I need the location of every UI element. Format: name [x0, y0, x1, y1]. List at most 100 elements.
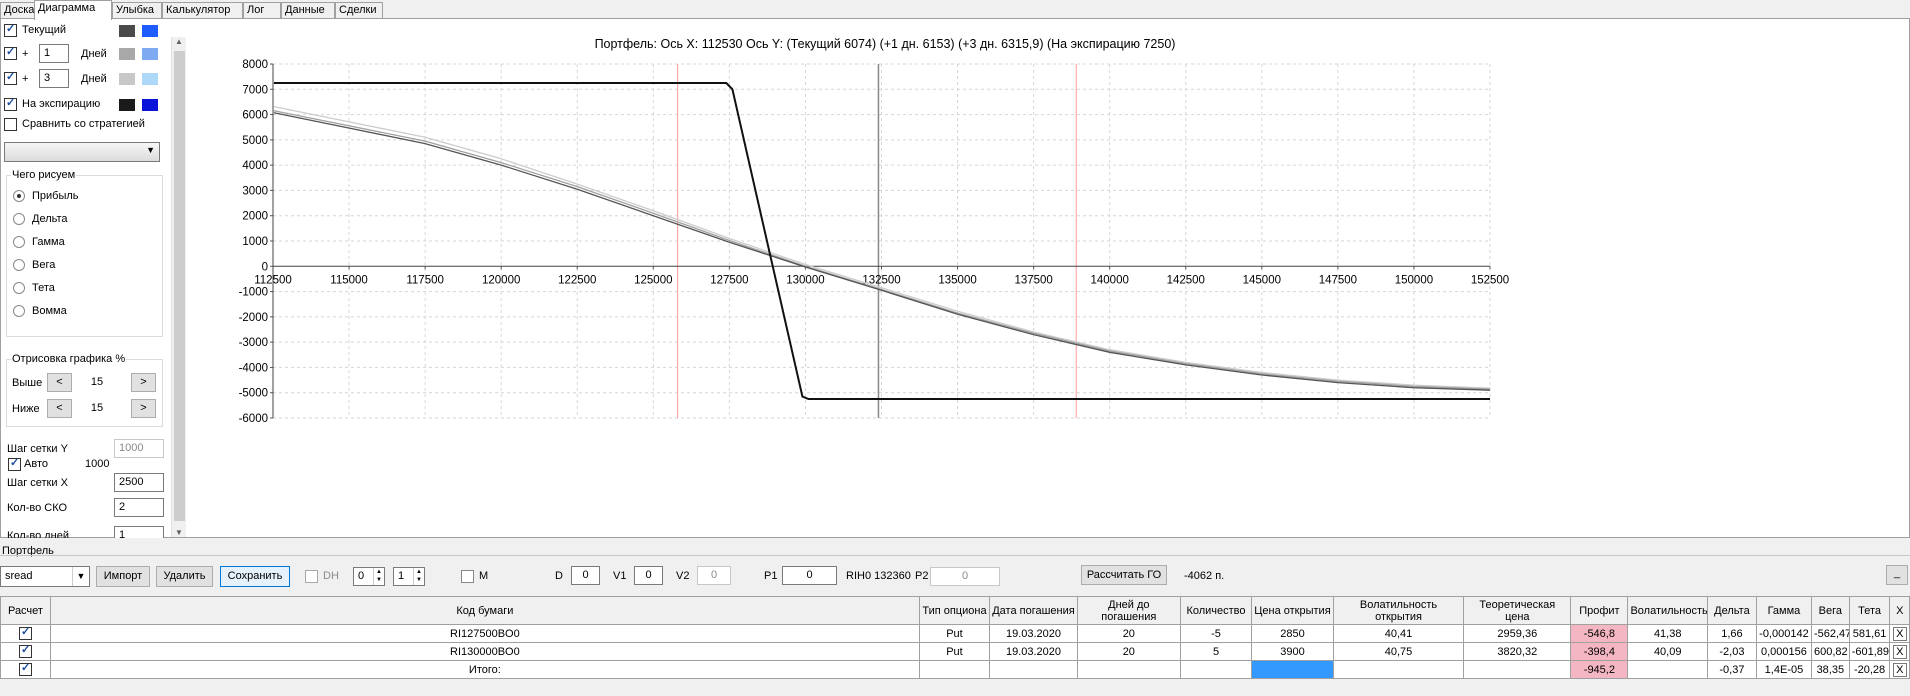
p1-input[interactable]: 0: [782, 566, 837, 585]
radio-theta[interactable]: [13, 282, 25, 294]
row-open-price[interactable]: 2850: [1251, 624, 1334, 643]
payoff-chart[interactable]: Портфель: Ось X: 112530 Ось Y: (Текущий …: [190, 20, 1908, 536]
current-color-light[interactable]: [142, 25, 158, 37]
row-remove-button[interactable]: X: [1892, 644, 1907, 659]
row-date[interactable]: 19.03.2020: [989, 642, 1078, 661]
plus3-days-input[interactable]: 3: [39, 69, 69, 88]
header-date[interactable]: Дата погашения: [989, 596, 1078, 625]
grid-y-input[interactable]: 1000: [114, 439, 164, 458]
row-days[interactable]: 20: [1076, 624, 1181, 643]
v2-input[interactable]: 0: [697, 566, 731, 585]
row-code[interactable]: RI127500BO0: [49, 624, 920, 643]
header-type[interactable]: Тип опциона: [918, 596, 991, 625]
above-increase-button[interactable]: >: [131, 373, 156, 392]
tab-log[interactable]: Лог: [243, 2, 281, 19]
plus3-checkbox[interactable]: [4, 70, 17, 85]
row-remove-cell[interactable]: X: [1889, 624, 1910, 643]
tab-board[interactable]: Доска: [0, 2, 35, 19]
header-qty[interactable]: Количество: [1179, 596, 1253, 625]
row-code[interactable]: RI130000BO0: [49, 642, 920, 661]
row-remove-button[interactable]: X: [1892, 626, 1907, 641]
expiry-color-dark[interactable]: [119, 99, 135, 111]
row-type[interactable]: Put: [918, 642, 991, 661]
days-count-input[interactable]: 1: [114, 526, 164, 538]
row-theta[interactable]: -601,89: [1848, 642, 1891, 661]
row-type[interactable]: Put: [918, 624, 991, 643]
header-vol[interactable]: Волатильность: [1627, 596, 1708, 625]
tab-data[interactable]: Данные: [281, 2, 335, 19]
tab-smile[interactable]: Улыбка: [112, 2, 162, 19]
row-qty[interactable]: 5: [1179, 642, 1253, 661]
dh-spinner-1[interactable]: 0 ▲ ▼: [353, 567, 385, 586]
header-code[interactable]: Код бумаги: [49, 596, 920, 625]
header-vega[interactable]: Вега: [1810, 596, 1850, 625]
header-days[interactable]: Дней до погашения: [1076, 596, 1181, 625]
dh-spinner-2[interactable]: 1 ▲ ▼: [393, 567, 425, 586]
tab-deals[interactable]: Сделки: [335, 2, 383, 19]
current-checkbox[interactable]: [4, 22, 17, 37]
calculate-go-button[interactable]: Рассчитать ГО: [1081, 565, 1167, 585]
header-x[interactable]: X: [1889, 596, 1910, 625]
row-date[interactable]: 19.03.2020: [989, 624, 1078, 643]
plus3-color-light[interactable]: [142, 73, 158, 85]
left-panel-scrollbar[interactable]: ▲ ▼: [171, 37, 186, 537]
row-vol[interactable]: 40,09: [1627, 642, 1708, 661]
radio-delta[interactable]: [13, 213, 25, 225]
radio-gamma[interactable]: [13, 236, 25, 248]
plus1-color-light[interactable]: [142, 48, 158, 60]
row-calc-checkbox[interactable]: [18, 626, 32, 640]
v1-input[interactable]: 0: [634, 566, 663, 585]
below-decrease-button[interactable]: <: [47, 399, 72, 418]
row-theta[interactable]: 581,61: [1848, 624, 1891, 643]
row-profit[interactable]: -546,8: [1570, 624, 1629, 643]
auto-checkbox[interactable]: [8, 456, 21, 471]
p2-input[interactable]: 0: [930, 567, 1000, 586]
row-delta[interactable]: 1,66: [1706, 624, 1757, 643]
header-calc[interactable]: Расчет: [0, 596, 51, 625]
total-calc-cell[interactable]: [0, 660, 51, 679]
row-profit[interactable]: -398,4: [1570, 642, 1629, 661]
import-button[interactable]: Импорт: [96, 566, 150, 587]
spinner-arrows-icon[interactable]: ▲ ▼: [373, 568, 384, 585]
row-days[interactable]: 20: [1076, 642, 1181, 661]
row-theor[interactable]: 2959,36: [1463, 624, 1572, 643]
scroll-down-icon[interactable]: ▼: [175, 528, 183, 537]
above-decrease-button[interactable]: <: [47, 373, 72, 392]
header-open-price[interactable]: Цена открытия: [1251, 596, 1334, 625]
scroll-up-icon[interactable]: ▲: [175, 37, 183, 46]
total-open-price[interactable]: [1251, 660, 1334, 679]
plus3-color-dark[interactable]: [119, 73, 135, 85]
strategy-combobox[interactable]: ▼: [4, 142, 160, 162]
radio-vega[interactable]: [13, 259, 25, 271]
radio-vomma[interactable]: [13, 305, 25, 317]
portfolio-combobox[interactable]: sread ▼: [0, 566, 90, 587]
dh-checkbox[interactable]: [305, 570, 318, 583]
expiry-checkbox[interactable]: [4, 96, 17, 111]
row-remove-cell[interactable]: X: [1889, 642, 1910, 661]
below-increase-button[interactable]: >: [131, 399, 156, 418]
header-gamma[interactable]: Гамма: [1755, 596, 1812, 625]
save-button[interactable]: Сохранить: [220, 566, 290, 587]
m-checkbox[interactable]: [461, 570, 474, 583]
spinner-arrows-icon[interactable]: ▲ ▼: [413, 568, 424, 585]
row-gamma[interactable]: 0,000156: [1755, 642, 1812, 661]
plus1-checkbox[interactable]: [4, 45, 17, 60]
header-profit[interactable]: Профит: [1570, 596, 1629, 625]
grid-x-input[interactable]: 2500: [114, 473, 164, 492]
header-open-vol[interactable]: Волатильность открытия: [1332, 596, 1465, 625]
row-gamma[interactable]: -0,000142: [1755, 624, 1812, 643]
row-calc-cell[interactable]: [0, 642, 51, 661]
tab-diagram[interactable]: Диаграмма: [34, 0, 112, 20]
row-open-price[interactable]: 3900: [1251, 642, 1334, 661]
total-remove-button[interactable]: X: [1892, 662, 1907, 677]
total-calc-checkbox[interactable]: [18, 662, 32, 676]
compare-strategy-checkbox[interactable]: [4, 118, 17, 131]
total-remove-cell[interactable]: X: [1889, 660, 1910, 679]
minimize-button[interactable]: _: [1886, 565, 1908, 585]
row-vega[interactable]: -562,47: [1810, 624, 1850, 643]
row-open-vol[interactable]: 40,41: [1332, 624, 1465, 643]
current-color-dark[interactable]: [119, 25, 135, 37]
row-calc-checkbox[interactable]: [18, 644, 32, 658]
radio-profit[interactable]: [13, 190, 25, 202]
header-delta[interactable]: Дельта: [1706, 596, 1757, 625]
